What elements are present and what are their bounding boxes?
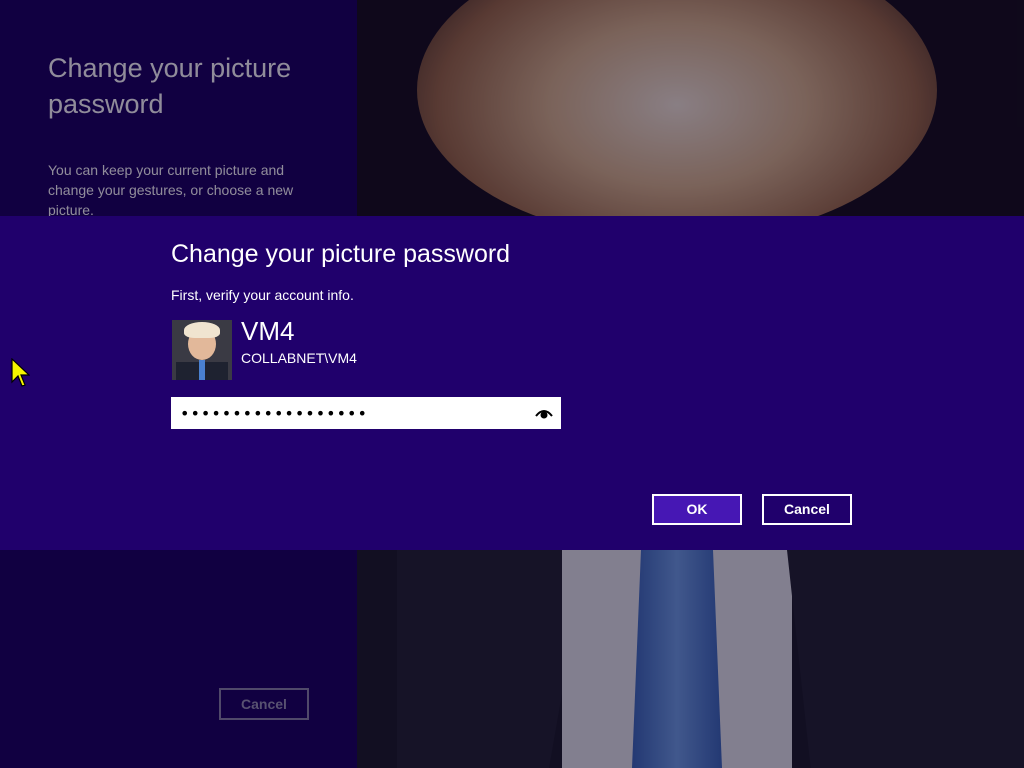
dialog-title: Change your picture password: [171, 240, 511, 268]
mouse-cursor-icon: [11, 358, 30, 387]
verify-account-dialog: [0, 216, 1024, 550]
ok-button[interactable]: OK: [652, 494, 742, 525]
user-account: COLLABNET\VM4: [241, 350, 357, 366]
user-avatar: [172, 320, 232, 380]
user-name: VM4: [241, 316, 295, 346]
password-field[interactable]: [171, 397, 561, 429]
eye-icon[interactable]: [534, 404, 554, 422]
password-input[interactable]: [180, 398, 520, 428]
cancel-button[interactable]: Cancel: [762, 494, 852, 525]
dialog-subtitle: First, verify your account info.: [171, 287, 354, 303]
